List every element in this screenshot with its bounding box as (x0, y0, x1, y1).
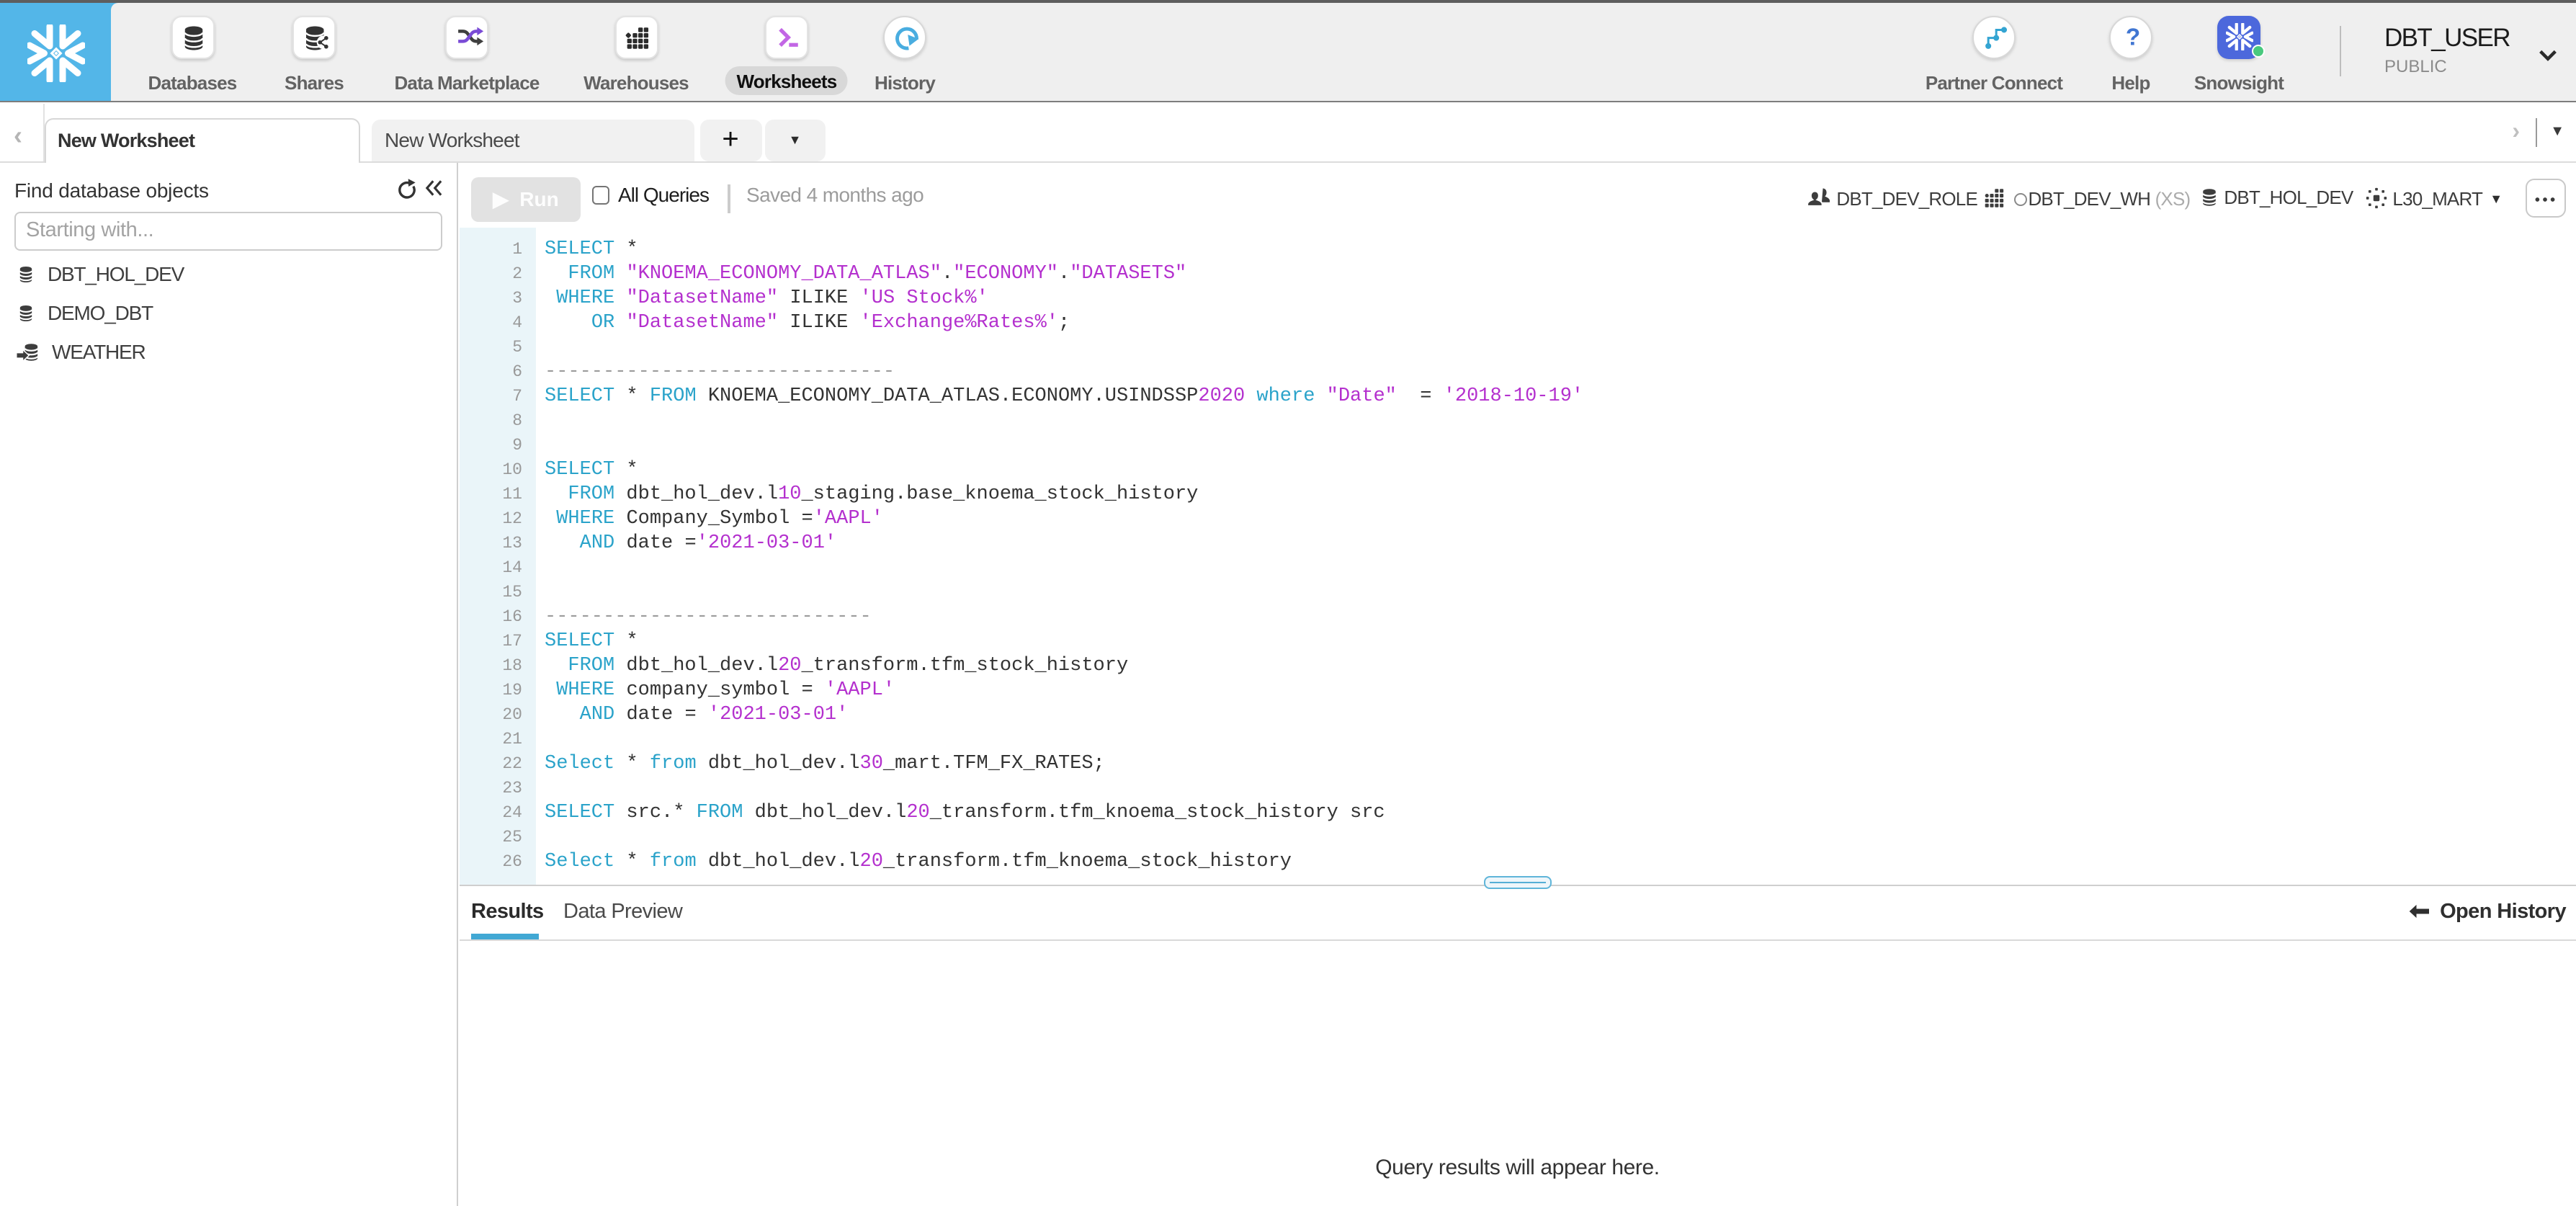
svg-text:?: ? (2125, 24, 2139, 51)
